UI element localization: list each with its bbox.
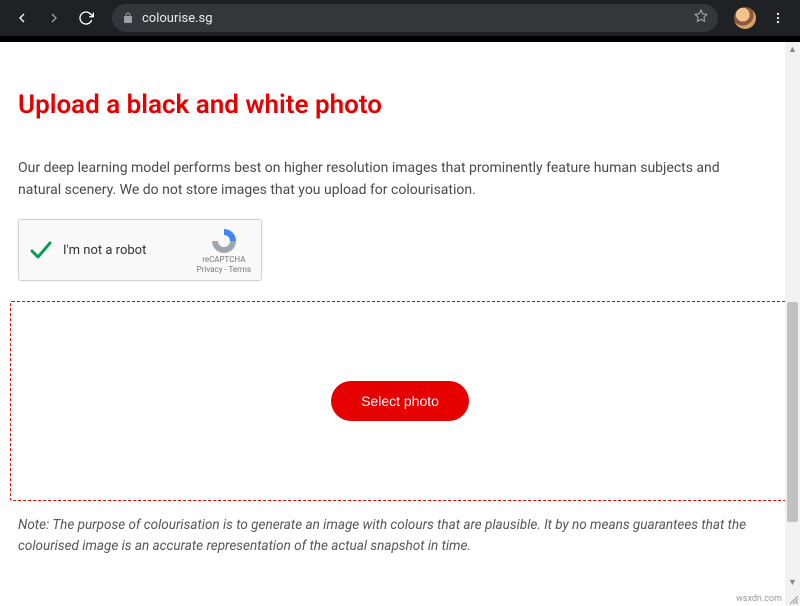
recaptcha-label: I'm not a robot <box>63 243 187 258</box>
scrollbar-thumb[interactable] <box>787 302 798 522</box>
back-button[interactable] <box>8 4 36 32</box>
page-description: Our deep learning model performs best on… <box>18 158 758 201</box>
upload-dropzone[interactable]: Select photo <box>10 301 790 501</box>
viewport: Upload a black and white photo Our deep … <box>0 42 800 606</box>
kebab-menu-icon[interactable] <box>764 11 792 25</box>
browser-toolbar: colourise.sg <box>0 0 800 36</box>
scroll-up-icon[interactable]: ▲ <box>785 42 800 57</box>
forward-button[interactable] <box>40 4 68 32</box>
profile-avatar[interactable] <box>734 7 756 29</box>
vertical-scrollbar[interactable]: ▲ ▼ <box>785 42 800 590</box>
recaptcha-widget[interactable]: I'm not a robot reCAPTCHA Privacy - Term… <box>18 219 262 281</box>
address-bar[interactable]: colourise.sg <box>112 4 718 32</box>
lock-icon <box>122 12 134 24</box>
disclaimer-note: Note: The purpose of colourisation is to… <box>18 515 778 557</box>
page-content: Upload a black and white photo Our deep … <box>0 42 800 577</box>
recaptcha-brand-text: reCAPTCHA <box>197 255 251 265</box>
recaptcha-branding: reCAPTCHA Privacy - Terms <box>197 226 251 274</box>
recaptcha-logo-icon <box>209 226 239 254</box>
recaptcha-legal-text: Privacy - Terms <box>197 265 251 275</box>
url-text: colourise.sg <box>142 11 686 26</box>
reload-button[interactable] <box>72 4 100 32</box>
watermark-text: wsxdn.com <box>736 594 782 604</box>
select-photo-button[interactable]: Select photo <box>331 381 469 421</box>
recaptcha-checkmark-icon <box>29 238 53 262</box>
page-title: Upload a black and white photo <box>18 90 782 120</box>
scroll-down-icon[interactable]: ▼ <box>785 575 800 590</box>
resize-grip-icon[interactable] <box>785 590 800 606</box>
bookmark-star-icon[interactable] <box>694 9 708 27</box>
